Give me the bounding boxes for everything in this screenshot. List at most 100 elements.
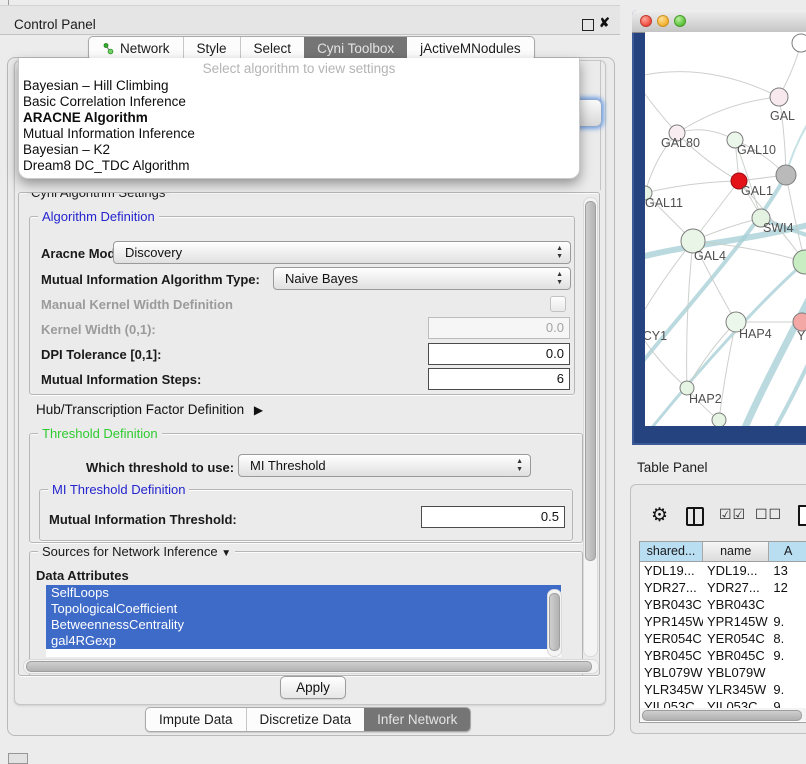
float-panel-icon[interactable] — [582, 19, 594, 31]
table-row[interactable]: YDL19...YDL19...13 — [640, 562, 806, 579]
tab-cyni-toolbox[interactable]: Cyni Toolbox — [304, 37, 407, 60]
tab-style[interactable]: Style — [183, 37, 240, 60]
node-gal-cut[interactable] — [770, 88, 788, 106]
sources-group-title: Sources for Network Inference ▼ — [38, 544, 235, 559]
tab-label: Style — [197, 41, 227, 56]
tab-label: Impute Data — [159, 712, 233, 727]
table-rows: YDL19...YDL19...13YDR27...YDR27...12YBR0… — [640, 562, 806, 715]
dpi-tolerance-field[interactable]: 0.0 — [428, 343, 570, 365]
table-cell: YBR045C — [703, 647, 769, 664]
which-threshold-value: MI Threshold — [250, 458, 326, 473]
node-label-gal4: GAL4 — [694, 249, 726, 263]
tab-select[interactable]: Select — [240, 37, 305, 60]
page-icon[interactable] — [798, 505, 806, 526]
attributes-list-scrollbar[interactable] — [547, 589, 562, 657]
table-row[interactable]: YLR345WYLR345W9. — [640, 681, 806, 698]
settings-vertical-scrollbar[interactable] — [583, 197, 598, 657]
table-horizontal-scrollbar[interactable] — [640, 708, 806, 721]
hub-definition-toggle[interactable]: Hub/Transcription Factor Definition ▶ — [36, 402, 263, 417]
table-row[interactable]: YER054CYER054C8. — [640, 630, 806, 647]
node-top-cut[interactable] — [792, 34, 806, 52]
column-header-name[interactable]: name — [703, 542, 769, 561]
table-cell: YLR345W — [703, 681, 769, 698]
table-cell: YER054C — [703, 630, 769, 647]
mi-algorithm-type-combobox[interactable]: Naive Bayes ▲▼ — [273, 267, 571, 290]
table-cell: YPR145W — [703, 613, 769, 630]
table-header-row: shared...nameA — [640, 542, 806, 562]
settings-horizontal-scrollbar[interactable] — [23, 659, 599, 674]
node-gray[interactable] — [776, 165, 796, 185]
network-window-titlebar[interactable] — [632, 10, 806, 33]
data-attributes-label: Data Attributes — [36, 568, 129, 583]
attribute-list-item[interactable]: BetweennessCentrality — [46, 617, 561, 633]
table-cell: 8. — [769, 630, 806, 647]
columns-icon[interactable] — [686, 507, 704, 526]
gear-icon[interactable]: ⚙ — [651, 504, 668, 527]
table-cell: YER054C — [640, 630, 703, 647]
table-cell — [769, 596, 806, 613]
table-cell: 9. — [769, 613, 806, 630]
kernel-width-label: Kernel Width (0,1): — [41, 322, 156, 337]
which-threshold-combobox[interactable]: MI Threshold ▲▼ — [238, 454, 531, 477]
apply-button[interactable]: Apply — [280, 676, 346, 699]
tab-network[interactable]: Network — [89, 37, 183, 60]
mi-threshold-label: Mutual Information Threshold: — [49, 512, 237, 527]
manual-kernel-checkbox[interactable] — [550, 296, 566, 312]
dpi-tolerance-label: DPI Tolerance [0,1]: — [41, 347, 161, 362]
node-table: shared...nameA YDL19...YDL19...13YDR27..… — [639, 541, 806, 723]
table-row[interactable]: YDR27...YDR27...12 — [640, 579, 806, 596]
table-row[interactable]: YBL079WYBL079W — [640, 664, 806, 681]
table-row[interactable]: YBR043CYBR043C — [640, 596, 806, 613]
network-edge — [773, 332, 806, 426]
table-cell: YBL079W — [703, 664, 769, 681]
window-close-icon[interactable] — [640, 15, 652, 27]
table-cell: YBL079W — [640, 664, 703, 681]
unchecked-pair-icon[interactable]: ☐☐ — [755, 506, 782, 523]
dropdown-item[interactable]: ARACNE Algorithm — [19, 110, 579, 126]
combo-arrows-icon: ▲▼ — [516, 458, 523, 474]
column-header-shared[interactable]: shared... — [640, 542, 703, 561]
cropped-button[interactable] — [8, 753, 28, 764]
tab-label: jActiveMNodules — [420, 41, 521, 56]
dropdown-item[interactable]: Dream8 DC_TDC Algorithm — [19, 158, 579, 174]
aracne-mode-combobox[interactable]: Discovery ▲▼ — [113, 241, 571, 264]
checked-pair-icon[interactable]: ☑☑ — [719, 506, 746, 523]
table-panel-title: Table Panel — [637, 460, 708, 475]
table-row[interactable]: YBR045CYBR045C9. — [640, 647, 806, 664]
attribute-list-item[interactable]: SelfLoops — [46, 585, 561, 601]
column-header-a[interactable]: A — [769, 542, 806, 561]
window-minimize-icon[interactable] — [657, 15, 669, 27]
tab-infer-network[interactable]: Infer Network — [364, 708, 470, 731]
tab-label: Discretize Data — [260, 712, 352, 727]
attribute-list-item[interactable]: gal4RGexp — [46, 633, 561, 649]
dropdown-item[interactable]: Bayesian – K2 — [19, 142, 579, 158]
node-label-hap2: HAP2 — [689, 392, 722, 406]
tab-jactivemnodules[interactable]: jActiveMNodules — [407, 37, 534, 60]
mi-threshold-field[interactable]: 0.5 — [421, 506, 565, 528]
node-bottom-cut[interactable] — [712, 413, 726, 426]
kernel-width-field[interactable]: 0.0 — [428, 317, 570, 339]
table-row[interactable]: YPR145WYPR145W9. — [640, 613, 806, 630]
expand-arrow-icon[interactable]: ▼ — [221, 548, 231, 559]
combo-arrows-icon: ▲▼ — [556, 245, 563, 261]
dropdown-item[interactable]: Basic Correlation Inference — [19, 94, 579, 110]
node-label-swi4: SWI4 — [763, 221, 794, 235]
table-cell: YDL19... — [703, 562, 769, 579]
window-zoom-icon[interactable] — [674, 15, 686, 27]
network-edge — [677, 97, 779, 133]
dropdown-item[interactable]: Mutual Information Inference — [19, 126, 579, 142]
network-edge — [687, 241, 693, 388]
collapse-arrow-icon: ▶ — [254, 403, 263, 417]
mi-steps-field[interactable]: 6 — [428, 368, 570, 390]
network-window: GALGAL80GAL10GAL1GAL11SWI4GAL4HAP4YGCY1H… — [632, 10, 806, 445]
network-icon — [102, 42, 115, 55]
table-cell: YDR27... — [640, 579, 703, 596]
aracne-mode-value: Discovery — [125, 245, 182, 260]
dropdown-item[interactable]: Bayesian – Hill Climbing — [19, 78, 579, 94]
tab-discretize-data[interactable]: Discretize Data — [246, 708, 365, 731]
tab-impute-data[interactable]: Impute Data — [146, 708, 246, 731]
network-canvas[interactable]: GALGAL80GAL10GAL1GAL11SWI4GAL4HAP4YGCY1H… — [645, 32, 806, 426]
attribute-list-item[interactable]: TopologicalCoefficient — [46, 601, 561, 617]
node-label-y: Y — [797, 329, 806, 343]
close-panel-icon[interactable]: ✘ — [599, 15, 610, 31]
